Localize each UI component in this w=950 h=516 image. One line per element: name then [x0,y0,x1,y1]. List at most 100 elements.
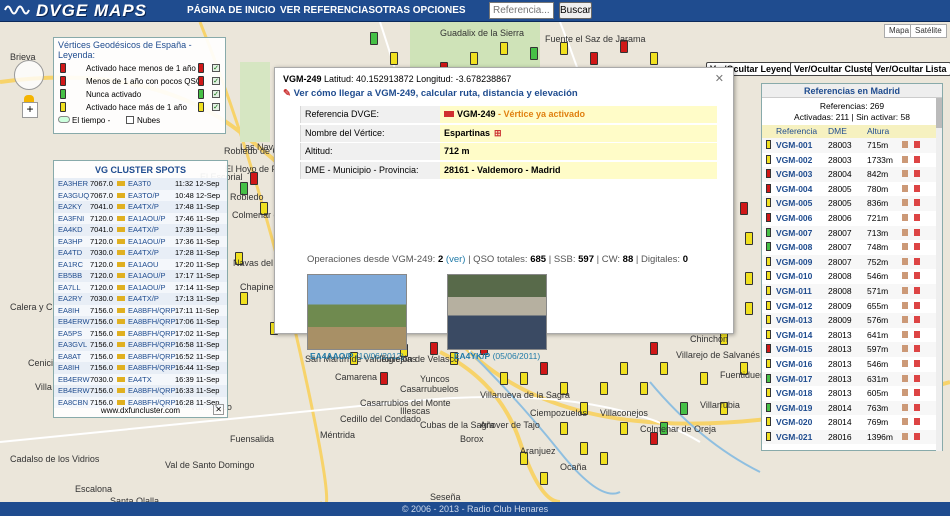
vertex-marker-icon[interactable] [620,422,628,435]
ref-id[interactable]: VGM-017 [776,374,812,384]
ref-id[interactable]: VGM-002 [776,155,812,165]
cluster-row[interactable]: EB5BB 7120.0 EA1AOU/P 17:17 11-Sep [54,270,227,282]
ref-id[interactable]: VGM-016 [776,359,812,369]
vertex-marker-icon[interactable] [530,47,538,60]
pdf-icon[interactable] [914,155,920,163]
ref-row[interactable]: VGM-015 28013 597m [762,342,942,357]
vertex-marker-icon[interactable] [540,362,548,375]
legend-checkbox[interactable]: ✓ [212,90,220,98]
route-icon[interactable] [902,403,908,411]
ref-row[interactable]: VGM-014 28013 641m [762,327,942,343]
vertex-marker-icon[interactable] [745,232,753,245]
route-icon[interactable] [902,389,908,397]
zoom-in-button[interactable]: + [22,102,38,118]
vertex-marker-icon[interactable] [580,442,588,455]
pdf-icon[interactable] [914,389,920,397]
pdf-icon[interactable] [914,286,920,294]
ref-id[interactable]: VGM-001 [776,140,812,150]
ref-id[interactable]: VGM-013 [776,315,812,325]
pdf-icon[interactable]: ⊞ [494,128,502,138]
ref-id[interactable]: VGM-019 [776,403,812,413]
route-icon[interactable] [902,257,908,265]
cluster-row[interactable]: EA4TD 7030.0 EA4TX/P 17:28 11-Sep [54,247,227,259]
pdf-icon[interactable] [914,330,920,338]
ops-ver-link[interactable]: (ver) [446,254,466,265]
vertex-marker-icon[interactable] [370,32,378,45]
vertex-marker-icon[interactable] [680,402,688,415]
ref-row[interactable]: VGM-005 28005 836m [762,196,942,211]
activation-photo-2[interactable] [447,274,547,350]
pdf-icon[interactable] [914,228,920,236]
vertex-marker-icon[interactable] [745,302,753,315]
search-input[interactable] [489,2,554,19]
cluster-row[interactable]: EA8AT 7156.0 EA8BFH/QRP 16:52 11-Sep [54,350,227,362]
ref-id[interactable]: VGM-012 [776,301,812,311]
ref-row[interactable]: VGM-021 28016 1396m [762,429,942,445]
ref-id[interactable]: VGM-015 [776,344,812,354]
ref-row[interactable]: VGM-019 28014 763m [762,400,942,416]
route-icon[interactable] [902,141,908,148]
ref-row[interactable]: VGM-009 28007 752m [762,254,942,270]
route-icon[interactable] [902,155,908,163]
vertex-marker-icon[interactable] [520,372,528,385]
ref-id[interactable]: VGM-021 [776,432,812,442]
route-icon[interactable] [902,418,908,426]
ref-row[interactable]: VGM-001 28003 715m [762,138,942,153]
ref-id[interactable]: VGM-004 [776,184,812,194]
ref-row[interactable]: VGM-017 28013 631m [762,371,942,387]
cluster-row[interactable]: EA1RC 7120.0 EA1AOU 17:20 11-Sep [54,258,227,270]
search-button[interactable]: Buscar [559,2,592,19]
pdf-icon[interactable] [914,184,920,192]
ref-row[interactable]: VGM-002 28003 1733m [762,152,942,168]
vertex-marker-icon[interactable] [660,362,668,375]
legend-checkbox[interactable]: ✓ [212,103,220,111]
ref-id[interactable]: VGM-014 [776,330,812,340]
ref-row[interactable]: VGM-016 28013 546m [762,356,942,372]
vertex-marker-icon[interactable] [745,272,753,285]
pdf-icon[interactable] [914,359,920,367]
pdf-icon[interactable] [914,257,920,265]
vertex-marker-icon[interactable] [390,52,398,65]
route-icon[interactable] [902,359,908,367]
vertex-marker-icon[interactable] [540,472,548,485]
ref-row[interactable]: VGM-007 28007 713m [762,225,942,241]
ref-id[interactable]: VGM-005 [776,198,812,208]
ref-id[interactable]: VGM-008 [776,242,812,252]
ref-id[interactable]: VGM-003 [776,169,812,179]
vertex-marker-icon[interactable] [650,52,658,65]
ref-row[interactable]: VGM-013 28009 576m [762,313,942,328]
route-icon[interactable] [902,184,908,192]
pdf-icon[interactable] [914,374,920,382]
vertex-marker-icon[interactable] [380,372,388,385]
cluster-row[interactable]: EA3FNI 7120.0 EA1AOU/P 17:46 11-Sep [54,212,227,224]
ref-row[interactable]: VGM-006 28006 721m [762,210,942,226]
route-icon[interactable] [902,345,908,353]
vertex-marker-icon[interactable] [620,362,628,375]
pdf-icon[interactable] [914,345,920,353]
ref-id[interactable]: VGM-009 [776,257,812,267]
cluster-row[interactable]: EB4ERW 7156.0 EA8BFH/QRP 17:06 11-Sep [54,316,227,328]
pan-control[interactable] [14,60,44,90]
ref-row[interactable]: VGM-020 28014 769m [762,415,942,430]
cluster-row[interactable]: EA3HP 7120.0 EA1AOU/P 17:36 11-Sep [54,235,227,247]
vertex-marker-icon[interactable] [500,372,508,385]
route-icon[interactable] [902,330,908,338]
photo-caption-2[interactable]: EA4YK/P (05/06/2011) [437,351,557,361]
ref-id[interactable]: VGM-020 [776,417,812,427]
route-icon[interactable] [902,316,908,324]
legend-checkbox[interactable]: ✓ [212,64,220,72]
ref-id[interactable]: VGM-006 [776,213,812,223]
cluster-row[interactable]: EB4ERW 7156.0 EA8BFH/QRP 16:33 11-Sep [54,385,227,397]
route-icon[interactable] [902,228,908,236]
ref-row[interactable]: VGM-012 28009 655m [762,298,942,314]
cluster-row[interactable]: EA4KD 7041.0 EA4TX/P 17:39 11-Sep [54,224,227,236]
cluster-row[interactable]: EA8IH 7156.0 EA8BFH/QRP 16:44 11-Sep [54,362,227,374]
cluster-row[interactable]: EA7LL 7120.0 EA1AOU/P 17:14 11-Sep [54,281,227,293]
ref-row[interactable]: VGM-004 28005 780m [762,181,942,197]
clouds-checkbox[interactable] [126,116,134,124]
route-icon[interactable] [902,272,908,280]
ref-row[interactable]: VGM-011 28008 571m [762,283,942,299]
toggle-cluster-button[interactable]: Ver/Ocultar Cluster [790,62,880,76]
activation-photo-1[interactable] [307,274,407,350]
nav-opciones[interactable]: OTRAS OPCIONES [375,5,466,16]
